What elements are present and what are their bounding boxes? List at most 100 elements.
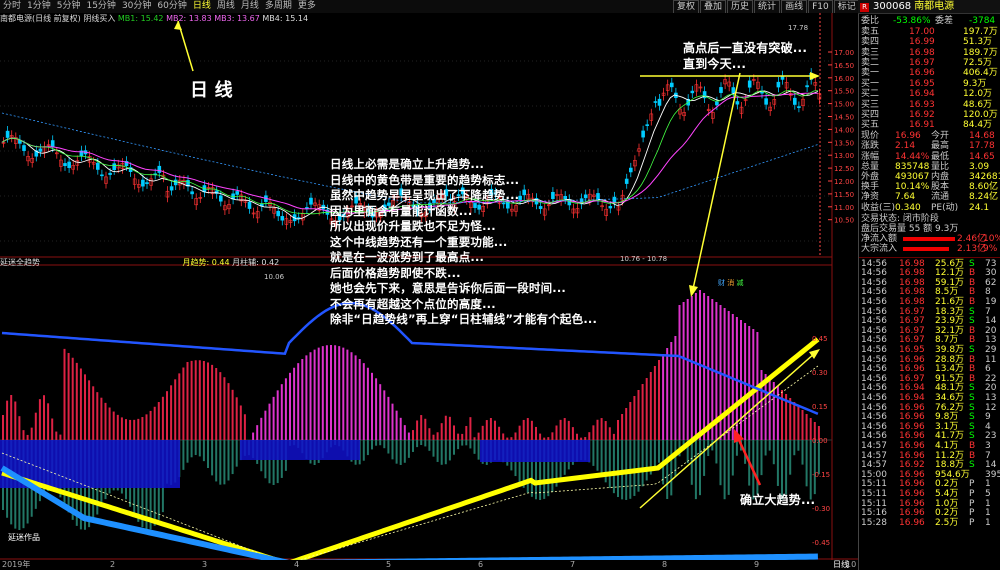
trade-count: 29 <box>985 345 997 355</box>
quote-row: 卖三 16.98 189.7万 <box>859 48 1000 58</box>
trade-direction: B <box>969 373 976 384</box>
trade-price: 16.94 <box>899 393 925 403</box>
timeframe-tab[interactable]: 周线 <box>214 0 238 13</box>
quote-row: 14:56 16.97 91.5万 B 22 <box>859 374 1000 384</box>
trade-price: 16.96 <box>899 364 925 375</box>
stat-value: 14.65 <box>969 151 995 162</box>
mb2-value: MB2: 13.83 <box>166 14 212 23</box>
timeframe-tab[interactable]: 分时 <box>0 0 24 13</box>
quote-row: 14:56 16.97 23.9万 S 14 <box>859 316 1000 326</box>
bid-volume: 120.0万 <box>963 109 998 120</box>
quote-row: 14:56 16.97 18.3万 S 7 <box>859 307 1000 317</box>
trade-price: 16.96 <box>899 441 925 451</box>
stat-value: 7.64 <box>895 192 916 203</box>
main-note: 日线上必需是确立上升趋势... 日线中的黄色带是重要的趋势标志... 虽然中趋势早早… <box>330 157 597 328</box>
range-label: 10.76 - 10.78 <box>620 255 668 263</box>
trade-count: 395 <box>985 469 1000 480</box>
candle <box>657 98 662 106</box>
weibi-label: 委比 <box>861 16 880 26</box>
toolbar-button[interactable]: 画线 <box>781 0 808 14</box>
stat-label: 内盘 <box>931 172 950 182</box>
candle <box>792 97 797 105</box>
candle <box>669 82 674 88</box>
trade-direction: B <box>969 364 976 375</box>
trade-count: 12 <box>985 402 997 413</box>
trade-count: 5 <box>985 489 991 499</box>
stat-value: 16.96 <box>895 131 921 142</box>
quote-row: 14:56 16.96 28.8万 B 11 <box>859 355 1000 365</box>
trade-time: 14:56 <box>861 268 887 279</box>
trade-volume: 91.5万 <box>935 373 965 384</box>
stat-label: 涨幅 <box>861 151 880 162</box>
trade-count: 73 <box>985 258 997 269</box>
quote-row: 委比 -53.86% 委差 -3784 <box>859 16 1000 26</box>
toolbar-button[interactable]: 复权 <box>673 0 700 14</box>
bid-label: 买一 <box>861 79 880 90</box>
timeframe-tab[interactable]: 更多 <box>295 0 319 13</box>
timeframe-tab[interactable]: 30分钟 <box>119 0 154 13</box>
timeframe-tab[interactable]: 15分钟 <box>83 0 118 13</box>
toolbar-button[interactable]: 统计 <box>754 0 781 14</box>
trade-price: 16.98 <box>899 268 925 279</box>
trade-price: 16.96 <box>899 421 925 432</box>
trade-direction: S <box>969 393 975 403</box>
quote-row: 14:56 16.96 76.2万 S 12 <box>859 403 1000 413</box>
candle <box>67 161 71 168</box>
timeframe-tab[interactable]: 日线 <box>190 0 214 13</box>
toolbar-button[interactable]: F10 <box>808 0 833 14</box>
trade-price: 16.96 <box>899 450 925 461</box>
timeframe-tab[interactable]: 5分钟 <box>54 0 84 13</box>
ask-volume: 197.7万 <box>963 27 998 38</box>
trade-volume: 13.4万 <box>935 364 965 375</box>
trade-time: 14:56 <box>861 354 887 365</box>
price-tick: 14.00 <box>834 126 854 134</box>
candle <box>776 81 781 88</box>
trade-volume: 0.2万 <box>935 508 959 519</box>
quote-row: 15:16 16.96 0.2万 P 1 <box>859 508 1000 518</box>
trade-volume: 39.8万 <box>935 345 965 355</box>
trade-time: 14:56 <box>861 364 887 375</box>
toolbar-button[interactable]: 叠加 <box>700 0 727 14</box>
toolbar-button[interactable]: 历史 <box>727 0 754 14</box>
quote-row: 14:56 16.95 39.8万 S 29 <box>859 345 1000 355</box>
top-note: 高点后一直没有突破... 直到今天... <box>683 40 807 72</box>
price-tick: 10.50 <box>834 217 854 225</box>
bid-label: 买三 <box>861 99 880 110</box>
month-label: 8 <box>662 560 668 569</box>
trade-direction: S <box>969 421 975 432</box>
timeframe-tab[interactable]: 60分钟 <box>154 0 189 13</box>
info-icons[interactable]: 财 消 减 <box>718 278 743 288</box>
toolbar-button[interactable]: 标记 <box>833 0 860 14</box>
trade-price: 16.97 <box>899 316 925 327</box>
bid-label: 买五 <box>861 120 880 130</box>
bid-price: 16.93 <box>909 99 935 110</box>
trade-count: 1 <box>985 479 991 490</box>
ask-volume: 406.4万 <box>963 68 998 78</box>
candle <box>731 87 736 94</box>
quote-row: 涨幅 14.44% 最低 14.65 <box>859 152 1000 162</box>
sub-tick: 0.30 <box>812 369 828 377</box>
trade-count: 14 <box>985 460 997 471</box>
mb4-value: MB4: 15.14 <box>262 14 309 23</box>
bid-volume: 48.6万 <box>963 99 993 110</box>
timeframe-tab[interactable]: 月线 <box>238 0 262 13</box>
ask-volume: 51.3万 <box>963 37 993 48</box>
timeframe-tab[interactable]: 多周期 <box>262 0 295 13</box>
timeframe-tab[interactable]: 1分钟 <box>24 0 54 13</box>
bid-price: 16.92 <box>909 109 935 120</box>
quote-row: 15:11 16.96 5.4万 P 5 <box>859 489 1000 499</box>
trade-direction: B <box>969 325 976 336</box>
trade-time: 15:00 <box>861 469 887 480</box>
trade-volume: 8.7万 <box>935 335 959 346</box>
trade-direction: S <box>969 316 975 327</box>
trade-volume: 2.5万 <box>935 517 959 528</box>
trade-price: 16.98 <box>899 297 925 307</box>
uptrend-note: 确立大趋势... <box>740 493 816 507</box>
candle <box>764 98 768 105</box>
stat-label: 今开 <box>931 131 950 142</box>
candle <box>108 172 112 175</box>
trade-count: 6 <box>985 364 991 375</box>
quote-row: 14:56 16.96 9.8万 S 9 <box>859 412 1000 422</box>
bid-label: 买四 <box>861 109 880 120</box>
candle <box>653 101 658 103</box>
